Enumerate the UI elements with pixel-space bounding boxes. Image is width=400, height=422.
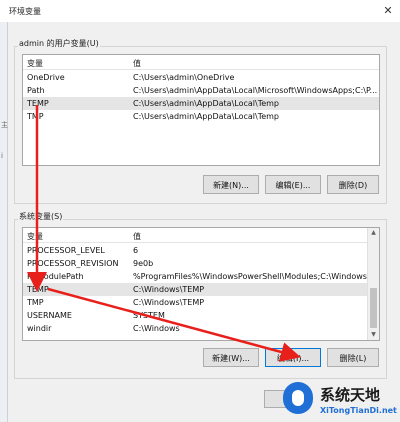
variable-name: Path xyxy=(27,86,45,95)
background-text: i xyxy=(1,152,3,160)
background-window-edge: 主 i xyxy=(0,22,8,422)
variable-value: C:\Users\admin\OneDrive xyxy=(133,73,235,82)
user-delete-button[interactable]: 删除(D) xyxy=(327,175,379,194)
header-value[interactable]: 值 xyxy=(133,231,141,242)
watermark-shield-icon xyxy=(283,382,313,414)
watermark-logo: 系统天地 XiTongTianDi.net xyxy=(280,376,400,422)
header-variable[interactable]: 变量 xyxy=(27,58,43,69)
system-edit-button[interactable]: 编辑(I)... xyxy=(265,348,321,367)
user-variables-label: admin 的用户变量(U) xyxy=(18,38,100,49)
variable-value: 9e0b xyxy=(133,259,154,268)
variable-name: TEMP xyxy=(27,99,49,108)
variable-value: C:\Users\admin\AppData\Local\Temp xyxy=(133,99,280,108)
variable-name: TMP xyxy=(27,112,44,121)
system-new-button[interactable]: 新建(W)... xyxy=(203,348,259,367)
scroll-down-icon[interactable]: ▼ xyxy=(368,330,379,340)
variable-value: C:\Windows\TEMP xyxy=(133,285,205,294)
scrollbar-thumb[interactable] xyxy=(370,288,377,328)
variable-value: C:\Windows\TEMP xyxy=(133,298,205,307)
variable-name: TEMP xyxy=(27,285,49,294)
system-variables-label: 系统变量(S) xyxy=(18,211,64,222)
variable-value: SYSTEM xyxy=(133,311,165,320)
system-variables-list[interactable]: 变量 值 PROCESSOR_LEVEL 6 PROCESSOR_REVISIO… xyxy=(22,227,380,341)
variable-value: C:\Users\admin\AppData\Local\Temp xyxy=(133,112,280,121)
variable-name: TMP xyxy=(27,298,44,307)
table-row-selected[interactable]: TEMP C:\Windows\TEMP xyxy=(23,283,379,296)
table-row[interactable]: PROCESSOR_REVISION 9e0b xyxy=(23,257,379,270)
variable-value: C:\Users\admin\AppData\Local\Microsoft\W… xyxy=(133,86,378,95)
variable-name: USERNAME xyxy=(27,311,72,320)
variable-value: %ProgramFiles%\WindowsPowerShell\Modules… xyxy=(133,272,378,281)
watermark-name: 系统天地 xyxy=(320,386,381,404)
table-row-selected[interactable]: TEMP C:\Users\admin\AppData\Local\Temp xyxy=(23,97,379,110)
user-edit-button[interactable]: 编辑(E)... xyxy=(265,175,321,194)
variable-name: OneDrive xyxy=(27,73,65,82)
header-variable[interactable]: 变量 xyxy=(27,231,43,242)
table-row[interactable]: TMP C:\Windows\TEMP xyxy=(23,296,379,309)
list-header: 变量 值 xyxy=(23,228,379,243)
table-row[interactable]: PSModulePath %ProgramFiles%\WindowsPower… xyxy=(23,270,379,283)
window-title: 环境变量 xyxy=(9,7,41,16)
table-row[interactable]: USERNAME SYSTEM xyxy=(23,309,379,322)
list-header: 变量 值 xyxy=(23,55,379,70)
close-icon[interactable]: ✕ xyxy=(376,0,400,22)
scroll-up-icon[interactable]: ▲ xyxy=(368,228,379,238)
variable-value: C:\Windows xyxy=(133,324,180,333)
variable-name: PSModulePath xyxy=(27,272,84,281)
variable-value: 6 xyxy=(133,246,139,255)
background-text: 主 xyxy=(1,121,8,129)
user-new-button[interactable]: 新建(N)... xyxy=(203,175,259,194)
table-row[interactable]: Path C:\Users\admin\AppData\Local\Micros… xyxy=(23,84,379,97)
watermark-url: XiTongTianDi.net xyxy=(320,406,397,415)
vertical-scrollbar[interactable]: ▲ ▼ xyxy=(367,228,379,340)
table-row[interactable]: OneDrive C:\Users\admin\OneDrive xyxy=(23,71,379,84)
variable-name: PROCESSOR_LEVEL xyxy=(27,246,105,255)
title-bar: 环境变量 ✕ xyxy=(0,0,400,22)
user-variables-list[interactable]: 变量 值 OneDrive C:\Users\admin\OneDrive Pa… xyxy=(22,54,380,166)
system-delete-button[interactable]: 删除(L) xyxy=(327,348,379,367)
header-value[interactable]: 值 xyxy=(133,58,141,69)
variable-name: windir xyxy=(27,324,52,333)
table-row[interactable]: windir C:\Windows xyxy=(23,322,379,335)
table-row[interactable]: PROCESSOR_LEVEL 6 xyxy=(23,244,379,257)
environment-variables-dialog: 环境变量 ✕ 主 i admin 的用户变量(U) 变量 值 OneDrive … xyxy=(0,0,400,422)
variable-name: PROCESSOR_REVISION xyxy=(27,259,119,268)
table-row[interactable]: TMP C:\Users\admin\AppData\Local\Temp xyxy=(23,110,379,123)
